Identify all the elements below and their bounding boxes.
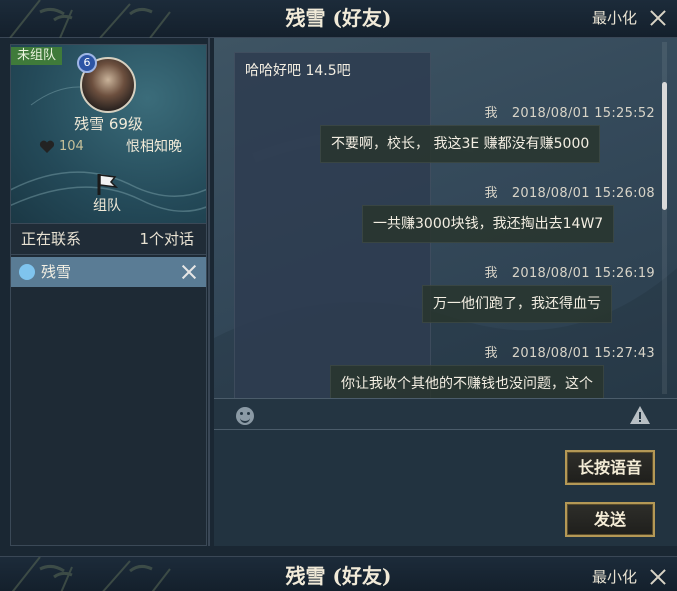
panel-divider [208, 38, 210, 546]
message-bubble: 你让我收个其他的不赚钱也没问题，这个 [330, 365, 604, 398]
message-meta: 我 2018/08/01 15:25:52 [485, 102, 655, 121]
team-button-label: 组队 [93, 198, 121, 214]
message-meta: 我 2018/08/01 15:27:43 [485, 342, 655, 361]
friend-stats: 104 恨相知晚 [11, 137, 206, 157]
message-time: 2018/08/01 15:26:19 [511, 266, 655, 281]
team-status-tag: 未组队 [11, 47, 63, 65]
team-button[interactable]: 组队 [84, 171, 130, 219]
friend-name-level: 残雪 69级 [74, 115, 143, 133]
message-meta: 我 2018/08/01 15:26:19 [485, 262, 655, 281]
conversation-name: 残雪 [41, 263, 72, 281]
title-bar: 残雪 (好友) 最小化 [0, 0, 677, 38]
close-conversation-icon[interactable] [180, 263, 198, 281]
emoji-icon[interactable] [236, 407, 254, 425]
window-title: 残雪 (好友) [285, 6, 392, 30]
message-sender: 我 [484, 266, 498, 281]
message-bubble: 万一他们跑了，我还得血亏 [422, 285, 612, 323]
close-icon[interactable] [645, 6, 671, 32]
input-toolbar [214, 398, 677, 430]
contact-header: 正在联系 1个对话 [11, 223, 206, 255]
send-button[interactable]: 发送 [565, 502, 655, 537]
minimize-button[interactable]: 最小化 [592, 0, 637, 36]
message-sender: 我 [484, 106, 498, 121]
warning-icon[interactable] [629, 405, 651, 425]
relation-title: 恨相知晚 [126, 139, 182, 155]
window-title: 残雪 (好友) [285, 564, 392, 588]
voice-button[interactable]: 长按语音 [565, 450, 655, 485]
minimize-button[interactable]: 最小化 [592, 557, 637, 591]
heart-icon [39, 140, 55, 153]
role-badge-icon: 6 [77, 53, 97, 73]
friend-panel: 未组队 6 残雪 69级 104 恨相知晚 组队 正在联系 1个对话 残雪 [10, 44, 207, 546]
message-sender: 我 [484, 186, 498, 201]
flag-icon [97, 174, 119, 195]
message-sender: 我 [484, 346, 498, 361]
conversation-item[interactable]: 残雪 [11, 257, 206, 287]
message-meta: 我 2018/08/01 15:26:08 [485, 182, 655, 201]
message-time: 2018/08/01 15:25:52 [511, 106, 655, 121]
conversation-count: 1个对话 [139, 230, 194, 248]
chat-bubble-icon [19, 264, 35, 280]
message-time: 2018/08/01 15:27:43 [511, 346, 655, 361]
message-time: 2018/08/01 15:26:08 [511, 186, 655, 201]
profile-card: 未组队 6 残雪 69级 104 恨相知晚 组队 [11, 45, 206, 223]
second-window-title-bar: 残雪 (好友) 最小化 [0, 556, 677, 591]
message-bubble: 不要啊，校长， 我这3E 赚都没有赚5000 [320, 125, 601, 163]
intimacy-value: 104 [59, 139, 84, 154]
contacting-label: 正在联系 [21, 230, 82, 248]
close-icon[interactable] [645, 565, 671, 591]
message-bubble: 一共赚3000块钱，我还掏出去14W7 [362, 205, 615, 243]
message-list[interactable]: 哈哈好吧 14.5吧 我 2018/08/01 15:25:52 不要啊，校长， … [214, 38, 677, 398]
scrollbar-thumb[interactable] [662, 82, 667, 210]
